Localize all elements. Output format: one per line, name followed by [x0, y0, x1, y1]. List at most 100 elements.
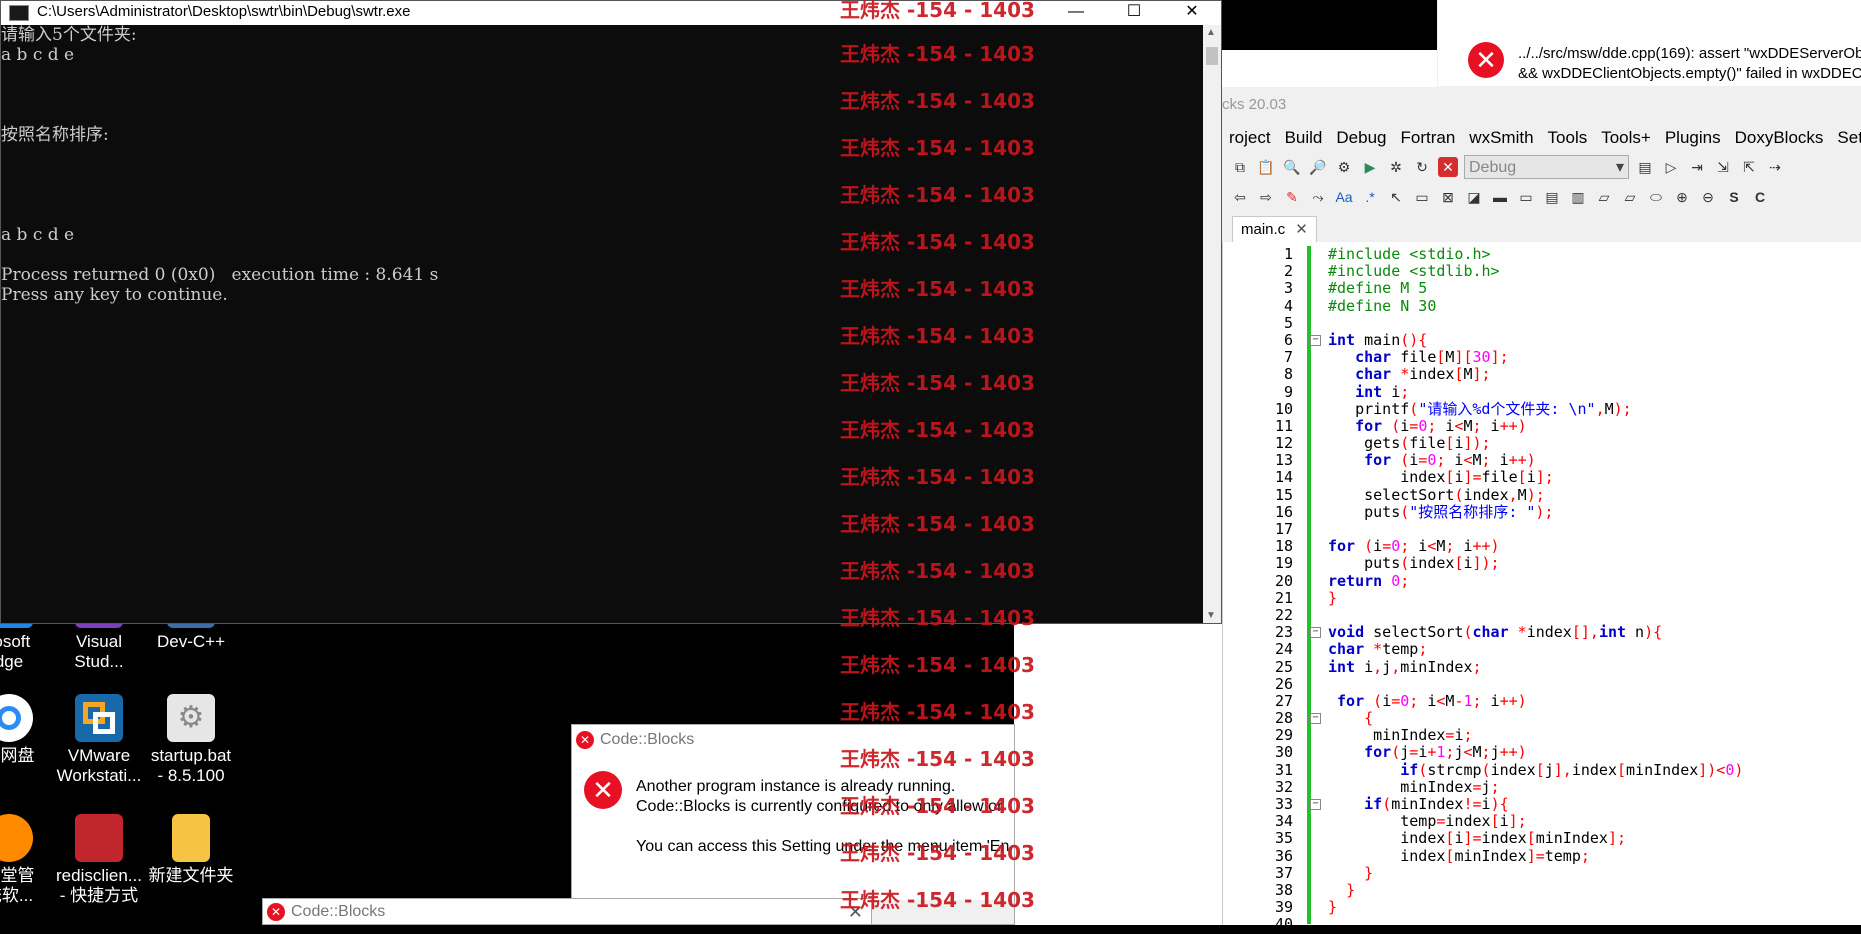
desktop-icon-label: - 8.5.100 [157, 766, 225, 785]
watermark: 王炜杰 -154 - 1403 [840, 42, 1035, 66]
code-text: 1 #include <stdio.h> 2 #include <stdlib.h>… [1274, 245, 1744, 934]
scroll-down-icon[interactable]: ▼ [1206, 610, 1216, 621]
ide-title: cks 20.03 [1222, 96, 1287, 113]
struct3-icon[interactable]: ▤ [1542, 187, 1562, 207]
build-gear-icon[interactable]: ⚙ [1334, 157, 1354, 177]
watermark: 王炜杰 -154 - 1403 [840, 0, 1035, 22]
watermark: 王炜杰 -154 - 1403 [840, 324, 1035, 348]
find-icon[interactable]: 🔍 [1282, 157, 1302, 177]
desktop-icon-label: Stud... [74, 652, 124, 671]
menu-build[interactable]: Build [1278, 124, 1330, 152]
menu-tools-plus[interactable]: Tools+ [1594, 124, 1658, 152]
watermark: 王炜杰 -154 - 1403 [840, 841, 1035, 865]
desktop-icon-baidu-netdisk[interactable]: 度网盘 [0, 694, 54, 766]
copy-icon[interactable]: ⧉ [1230, 157, 1250, 177]
desktop-icon-label: - 快捷方式 [59, 886, 139, 905]
watermark: 王炜杰 -154 - 1403 [840, 183, 1035, 207]
desktop-icon-label: 新建文件夹 [148, 866, 234, 885]
watermark: 王炜杰 -154 - 1403 [840, 89, 1035, 113]
desktop-icon-label: redisclien... [56, 866, 142, 885]
block-icon[interactable]: ▭ [1412, 187, 1432, 207]
change-bar [1307, 246, 1311, 924]
desktop-icon-label: Dev-C++ [156, 632, 226, 651]
zoom-in-icon[interactable]: ⊕ [1672, 187, 1692, 207]
code-editor[interactable]: 1 #include <stdio.h> 2 #include <stdlib.h>… [1222, 242, 1861, 933]
editor-tab-strip: main.c ✕ [1222, 212, 1861, 243]
c-icon[interactable]: C [1750, 187, 1770, 207]
next-instruction-icon[interactable]: ⇢ [1765, 157, 1785, 177]
console-titlebar[interactable]: C:\Users\Administrator\Desktop\swtr\bin\… [1, 1, 1221, 25]
shape2-icon[interactable]: ▱ [1620, 187, 1640, 207]
replace-icon[interactable]: 🔎 [1308, 157, 1328, 177]
debug-run-icon[interactable]: ▷ [1661, 157, 1681, 177]
menu-settings[interactable]: Settin [1830, 124, 1861, 152]
desktop-icon-startup-bat[interactable]: ⚙ startup.bat - 8.5.100 [146, 694, 236, 786]
struct2-icon[interactable]: ▭ [1516, 187, 1536, 207]
menu-wxsmith[interactable]: wxSmith [1462, 124, 1540, 152]
jump-icon[interactable]: ⤳ [1308, 187, 1328, 207]
desktop-icon-label: VMware [67, 746, 131, 765]
abort-icon[interactable]: ✕ [1438, 157, 1458, 177]
watermark: 王炜杰 -154 - 1403 [840, 747, 1035, 771]
struct4-icon[interactable]: ▥ [1568, 187, 1588, 207]
zoom-out-icon[interactable]: ⊖ [1698, 187, 1718, 207]
match-case-icon[interactable]: Aa [1334, 187, 1354, 207]
menu-plugins[interactable]: Plugins [1658, 124, 1728, 152]
console-app-icon [9, 5, 29, 21]
menu-fortran[interactable]: Fortran [1394, 124, 1463, 152]
minimize-button[interactable]: — [1053, 1, 1099, 25]
console-scrollbar[interactable]: ▲ ▼ [1203, 25, 1221, 623]
struct-icon[interactable]: ▬ [1490, 187, 1510, 207]
build-target-select[interactable]: Debug [1464, 155, 1629, 180]
run-icon[interactable]: ▶ [1360, 157, 1380, 177]
step-into-icon[interactable]: ⇲ [1713, 157, 1733, 177]
desktop-icon-new-folder[interactable]: 新建文件夹 [146, 814, 236, 886]
tab-main-c[interactable]: main.c ✕ [1232, 216, 1317, 243]
shape-icon[interactable]: ▱ [1594, 187, 1614, 207]
scroll-up-icon[interactable]: ▲ [1206, 27, 1216, 38]
desktop-icon-vmware[interactable]: VMware Workstati... [54, 694, 144, 786]
desktop-icon-label: 统软... [0, 886, 34, 905]
desktop-icon-classroom[interactable]: 课堂管 统软... [0, 814, 54, 906]
paste-icon[interactable]: 📋 [1256, 157, 1276, 177]
watermark: 王炜杰 -154 - 1403 [840, 512, 1035, 536]
gear-icon: ⚙ [167, 694, 215, 742]
step-icon[interactable]: ⇥ [1687, 157, 1707, 177]
menu-tools[interactable]: Tools [1541, 124, 1595, 152]
watermark: 王炜杰 -154 - 1403 [840, 418, 1035, 442]
target-options-icon[interactable]: ▤ [1635, 157, 1655, 177]
background-strip [1222, 0, 1437, 50]
rebuild-icon[interactable]: ↻ [1412, 157, 1432, 177]
watermark: 王炜杰 -154 - 1403 [840, 136, 1035, 160]
regex-icon[interactable]: .* [1360, 187, 1380, 207]
desktop-icon-label: rosoft [0, 632, 31, 651]
step-out-icon[interactable]: ⇱ [1739, 157, 1759, 177]
loop-icon[interactable]: ◪ [1464, 187, 1484, 207]
decision-icon[interactable]: ⊠ [1438, 187, 1458, 207]
toolbar-secondary: ⇦ ⇨ ✎ ⤳ Aa .* ↖ ▭ ⊠ ◪ ▬ ▭ ▤ ▥ ▱ ▱ ⬭ ⊕ ⊖ … [1222, 182, 1861, 212]
error-icon: ✕ [267, 903, 285, 921]
desktop-icon-redisclient[interactable]: redisclien... - 快捷方式 [54, 814, 144, 906]
menu-debug[interactable]: Debug [1329, 124, 1393, 152]
shape3-icon[interactable]: ⬭ [1646, 187, 1666, 207]
close-icon[interactable]: ✕ [1295, 221, 1308, 238]
scroll-thumb[interactable] [1206, 47, 1218, 65]
forward-icon[interactable]: ⇨ [1256, 187, 1276, 207]
menu-project[interactable]: roject [1222, 124, 1278, 152]
assert-dialog: ✕ ../../src/msw/dde.cpp(169): assert "wx… [1438, 0, 1861, 86]
assert-line: ../../src/msw/dde.cpp(169): assert "wxDD… [1518, 45, 1861, 62]
highlight-icon[interactable]: ✎ [1282, 187, 1302, 207]
build-run-icon[interactable]: ✲ [1386, 157, 1406, 177]
watermark: 王炜杰 -154 - 1403 [840, 606, 1035, 630]
watermark: 王炜杰 -154 - 1403 [840, 653, 1035, 677]
back-icon[interactable]: ⇦ [1230, 187, 1250, 207]
s-icon[interactable]: S [1724, 187, 1744, 207]
desktop-icon-label: Workstati... [56, 766, 142, 785]
background-window [1014, 624, 1222, 925]
close-button[interactable]: ✕ [1169, 1, 1215, 25]
classroom-icon [0, 814, 33, 862]
select-pointer-icon[interactable]: ↖ [1386, 187, 1406, 207]
toolbar-main: ⧉ 📋 🔍 🔎 ⚙ ▶ ✲ ↻ ✕ Debug ▤ ▷ ⇥ ⇲ ⇱ ⇢ [1222, 152, 1861, 182]
maximize-button[interactable]: ☐ [1111, 1, 1157, 25]
menu-doxyblocks[interactable]: DoxyBlocks [1728, 124, 1831, 152]
